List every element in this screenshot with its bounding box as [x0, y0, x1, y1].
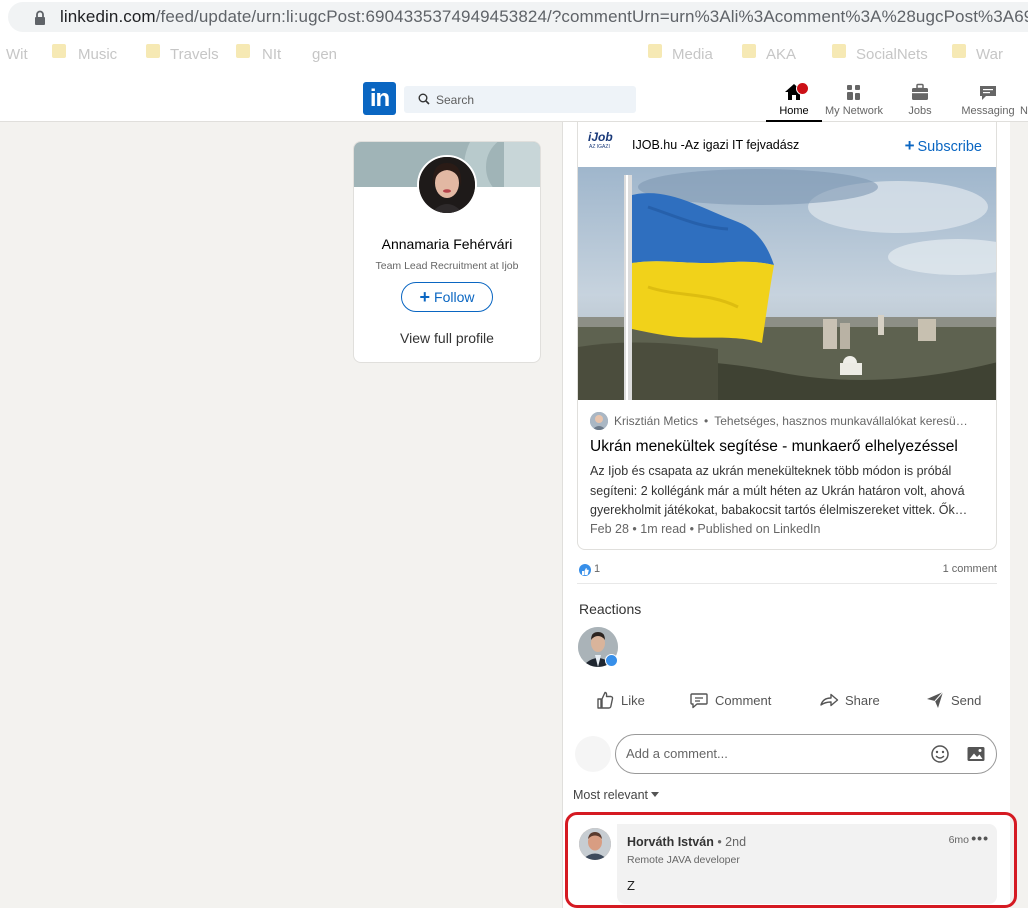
nav-my-network[interactable]: My Network — [822, 80, 886, 122]
social-counts: 1 1 comment — [577, 554, 997, 584]
nav-home[interactable]: Home — [766, 80, 822, 122]
more-options-icon[interactable]: ••• — [971, 830, 989, 846]
nav-notifications[interactable]: N — [1020, 80, 1028, 122]
notification-badge — [796, 82, 809, 95]
add-comment-input[interactable]: Add a comment... — [615, 734, 997, 774]
commenter-name[interactable]: Horváth István • 2nd — [627, 835, 746, 849]
comment-item: Horváth István • 2nd Remote JAVA develop… — [577, 822, 997, 906]
author-profile-card: Annamaria Fehérvári Team Lead Recruitmen… — [353, 141, 541, 363]
search-placeholder: Search — [436, 93, 475, 107]
bookmark-item[interactable]: Wit — [6, 46, 28, 63]
comment-button[interactable]: Comment — [689, 690, 771, 710]
browser-address-bar: linkedin.com/feed/update/urn:li:ugcPost:… — [0, 0, 1028, 34]
author-avatar[interactable] — [417, 155, 477, 215]
connection-degree: • 2nd — [717, 835, 747, 849]
url-field[interactable]: linkedin.com/feed/update/urn:li:ugcPost:… — [8, 2, 1028, 32]
post-card: iJob AZ IGAZI IJOB.hu -Az igazi IT fejva… — [562, 122, 1010, 908]
like-reaction-icon — [579, 564, 591, 576]
subscribe-button[interactable]: + Subscribe — [905, 136, 982, 156]
newsletter-header: iJob AZ IGAZI IJOB.hu -Az igazi IT fejva… — [578, 122, 996, 168]
shared-article-card[interactable]: iJob AZ IGAZI IJOB.hu -Az igazi IT fejva… — [577, 122, 997, 550]
url-text: linkedin.com/feed/update/urn:li:ugcPost:… — [60, 7, 1028, 26]
newsletter-title[interactable]: IJOB.hu -Az igazi IT fejvadász — [632, 138, 799, 152]
ijob-logo[interactable]: iJob AZ IGAZI — [588, 130, 616, 158]
commenter-avatar[interactable] — [579, 828, 611, 860]
commenter-photo — [579, 828, 611, 860]
nav-label: Jobs — [908, 105, 932, 117]
folder-icon — [742, 44, 756, 58]
nav-label: Messaging — [961, 105, 1015, 117]
search-input[interactable]: Search — [404, 86, 636, 113]
post-action-bar: Like Comment Share Send — [577, 682, 997, 722]
plus-icon: + — [419, 287, 431, 307]
article-title[interactable]: Ukrán menekültek segítése - munkaerő elh… — [590, 438, 958, 456]
article-meta: Krisztián Metics • Tehetséges, hasznos m… — [578, 400, 996, 549]
comment-placeholder: Add a comment... — [626, 746, 728, 761]
article-date: Feb 28 • 1m read • Published on LinkedIn — [590, 522, 821, 536]
like-icon — [597, 691, 614, 709]
folder-icon — [52, 44, 66, 58]
caret-down-icon — [651, 792, 660, 797]
avatar-photo — [419, 157, 475, 213]
messaging-icon — [980, 86, 996, 100]
bookmark-item[interactable]: Travels — [170, 46, 219, 63]
comment-text: Z — [627, 878, 635, 893]
bookmark-item[interactable]: SocialNets — [856, 46, 928, 63]
linkedin-header: in Search Home My Network Jobs Messaging… — [0, 78, 1028, 122]
article-excerpt: Az Ijob és csapata az ukrán menekültekne… — [590, 464, 968, 517]
bookmark-item[interactable]: NIt — [262, 46, 281, 63]
like-button[interactable]: Like — [595, 690, 645, 710]
bookmark-item[interactable]: gen — [312, 46, 337, 63]
article-author-row[interactable]: Krisztián Metics • Tehetséges, hasznos m… — [590, 412, 990, 430]
lock-icon — [35, 10, 45, 25]
linkedin-logo[interactable]: in — [363, 82, 396, 115]
plus-icon: + — [904, 136, 915, 155]
bookmark-item[interactable]: AKA — [766, 46, 796, 63]
follow-button[interactable]: + Follow — [401, 282, 493, 312]
send-button[interactable]: Send — [925, 690, 981, 710]
nav-messaging[interactable]: Messaging — [958, 80, 1018, 122]
article-author-name: Krisztián Metics — [614, 414, 699, 428]
briefcase-icon — [912, 83, 928, 100]
article-author-headline: Tehetséges, hasznos munkavállalókat kere… — [714, 414, 968, 428]
emoji-icon[interactable] — [930, 744, 950, 764]
reactions-heading: Reactions — [579, 601, 642, 617]
bookmarks-bar: Wit Music Travels NIt gen Media AKA Soci… — [0, 34, 1028, 78]
like-reaction-icon — [605, 654, 618, 667]
image-icon[interactable] — [966, 744, 986, 764]
folder-icon — [236, 44, 250, 58]
folder-icon — [648, 44, 662, 58]
nav-label: Home — [779, 105, 809, 117]
commenter-headline: Remote JAVA developer — [627, 854, 740, 866]
article-cover-image[interactable] — [578, 167, 996, 400]
reaction-count[interactable]: 1 — [594, 563, 600, 575]
separator: • — [704, 414, 709, 428]
article-author-avatar — [590, 412, 608, 430]
comment-icon — [690, 693, 708, 709]
view-full-profile-link[interactable]: View full profile — [354, 330, 540, 346]
bookmark-item[interactable]: War — [976, 46, 1003, 63]
network-icon — [847, 85, 860, 100]
profile-headline: Team Lead Recruitment at Ijob — [375, 260, 519, 272]
nav-label: N — [1020, 105, 1028, 117]
comment-sort-dropdown[interactable]: Most relevant — [573, 788, 660, 802]
current-user-avatar — [575, 736, 611, 772]
profile-name[interactable]: Annamaria Fehérvári — [354, 236, 540, 252]
comment-bubble: Horváth István • 2nd Remote JAVA develop… — [617, 824, 997, 904]
folder-icon — [952, 44, 966, 58]
send-icon — [927, 691, 944, 708]
bookmark-item[interactable]: Music — [78, 46, 117, 63]
nav-jobs[interactable]: Jobs — [896, 80, 944, 122]
ukraine-flag-photo — [578, 167, 996, 400]
folder-icon — [146, 44, 160, 58]
share-icon — [820, 693, 839, 707]
folder-icon — [832, 44, 846, 58]
comment-timestamp: 6mo — [948, 834, 969, 846]
comment-count[interactable]: 1 comment — [943, 563, 997, 575]
follow-label: Follow — [434, 289, 475, 305]
share-button[interactable]: Share — [819, 690, 880, 710]
search-icon — [418, 93, 430, 105]
bookmark-item[interactable]: Media — [672, 46, 713, 63]
nav-label: My Network — [824, 105, 884, 117]
